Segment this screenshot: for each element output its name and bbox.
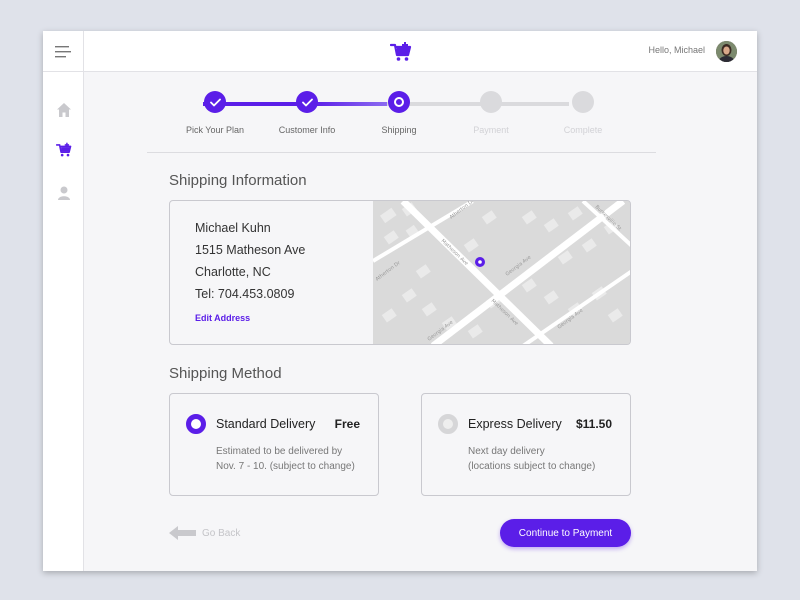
address-map[interactable]: Matheson Ave Matheson Ave Georgia Ave Ge…	[373, 201, 631, 345]
edit-address-link[interactable]: Edit Address	[195, 313, 250, 323]
sidebar	[43, 72, 84, 571]
city-state: Charlotte, NC	[195, 265, 271, 279]
step-node-pick-your-plan[interactable]	[204, 91, 226, 113]
method-description: Estimated to be delivered by Nov. 7 - 10…	[216, 444, 355, 474]
shipping-method-title: Shipping Method	[169, 365, 282, 382]
method-price: Free	[334, 417, 360, 431]
shopping-cart-icon[interactable]	[56, 142, 72, 158]
shipping-information-title: Shipping Information	[169, 172, 307, 189]
method-description-line: Nov. 7 - 10. (subject to change)	[216, 461, 355, 472]
go-back-label: Go Back	[202, 527, 241, 539]
menu-button[interactable]	[43, 31, 84, 72]
step-label-customer-info: Customer Info	[278, 125, 336, 135]
step-label-shipping: Shipping	[381, 125, 417, 135]
method-price: $11.50	[575, 417, 612, 431]
radio-unselected-icon[interactable]	[438, 414, 458, 434]
express-delivery-option[interactable]: Express Delivery $11.50 Next day deliver…	[421, 393, 631, 496]
continue-to-payment-button[interactable]: Continue to Payment	[500, 519, 631, 547]
top-bar: Hello, Michael	[43, 31, 757, 72]
go-back-button[interactable]: Go Back	[169, 525, 240, 541]
divider	[147, 152, 656, 153]
home-icon[interactable]	[56, 102, 72, 118]
method-description-line: Estimated to be delivered by	[216, 446, 343, 457]
step-node-payment	[480, 91, 502, 113]
check-icon	[209, 98, 221, 106]
arrow-left-icon	[169, 526, 196, 540]
address-card: Michael Kuhn 1515 Matheson Ave Charlotte…	[169, 200, 631, 345]
step-node-customer-info[interactable]	[296, 91, 318, 113]
user-greeting: Hello, Michael	[648, 45, 705, 55]
method-name: Express Delivery	[468, 417, 562, 431]
step-label-pick-your-plan: Pick Your Plan	[185, 125, 245, 135]
user-icon[interactable]	[56, 185, 72, 201]
shopping-cart-icon	[390, 42, 412, 61]
step-node-shipping[interactable]	[388, 91, 410, 113]
standard-delivery-option[interactable]: Standard Delivery Free Estimated to be d…	[169, 393, 379, 496]
check-icon	[301, 98, 313, 106]
step-label-payment: Payment	[473, 125, 509, 135]
method-description-line: Next day delivery	[468, 446, 545, 457]
progress-stepper: Pick Your Plan Customer Info Shipping Pa…	[186, 91, 602, 141]
current-step-dot-icon	[394, 97, 404, 107]
street-address: 1515 Matheson Ave	[195, 243, 306, 257]
hamburger-menu-icon	[55, 45, 71, 57]
phone-number: Tel: 704.453.0809	[195, 287, 295, 301]
step-label-complete: Complete	[563, 125, 603, 135]
avatar[interactable]	[716, 41, 737, 62]
step-node-complete	[572, 91, 594, 113]
app-window: Hello, Michael Pick Your Plan Customer I…	[43, 31, 757, 571]
recipient-name: Michael Kuhn	[195, 221, 271, 235]
method-description-line: (locations subject to change)	[468, 461, 596, 472]
user-avatar-icon	[716, 41, 737, 62]
radio-selected-icon[interactable]	[186, 414, 206, 434]
stepper-progress	[203, 102, 387, 106]
method-description: Next day delivery (locations subject to …	[468, 444, 595, 474]
method-name: Standard Delivery	[216, 417, 316, 431]
